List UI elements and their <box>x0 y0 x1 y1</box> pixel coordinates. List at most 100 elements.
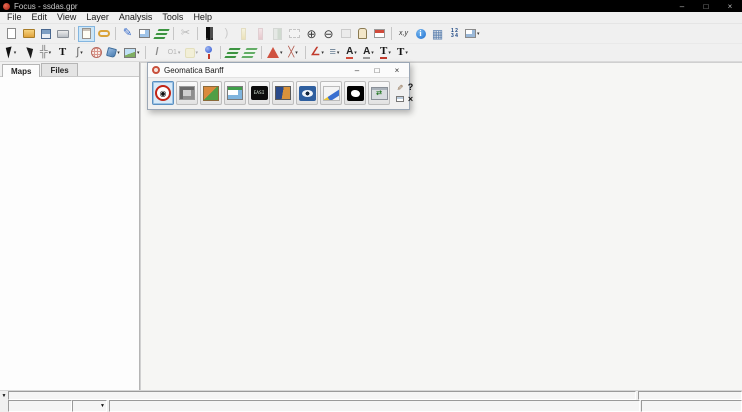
toolbar-separator <box>258 45 265 61</box>
focus-button[interactable]: ◉ <box>152 81 174 105</box>
status-scale-dropdown[interactable]: ▼ <box>72 400 107 412</box>
help-button[interactable]: ? <box>406 82 416 93</box>
lut-gray-icon[interactable] <box>269 26 286 42</box>
measure-tools-icon[interactable]: ╳▾ <box>285 45 302 61</box>
status-row-bottom: ▼ <box>0 400 742 412</box>
menu-bar: FileEditViewLayerAnalysisToolsHelp <box>0 12 742 24</box>
dropdown-arrow-icon: ▾ <box>178 50 181 56</box>
edit-cursor-icon[interactable] <box>20 45 37 61</box>
symbol-o1-icon[interactable]: O1▾ <box>166 45 183 61</box>
area-symbol-icon[interactable]: ▾ <box>265 45 285 61</box>
menu-edit[interactable]: Edit <box>27 12 53 23</box>
dropdown-arrow-icon: ▾ <box>405 50 408 56</box>
close-button[interactable]: × <box>718 0 742 12</box>
modeler-button[interactable] <box>224 81 246 105</box>
main-content: Maps Files <box>0 62 742 390</box>
tab-maps[interactable]: Maps <box>2 64 40 77</box>
zoom-in-icon[interactable]: ⊕ <box>303 26 320 42</box>
exit-button[interactable]: × <box>406 94 416 105</box>
maps-panel-body[interactable] <box>0 77 139 390</box>
pushpin-icon[interactable] <box>200 45 217 61</box>
menu-file[interactable]: File <box>2 12 27 23</box>
pan-hand-icon[interactable] <box>354 26 371 42</box>
collapse-panel-icon[interactable]: ▼ <box>0 391 8 400</box>
dropdown-arrow-icon: ▾ <box>117 50 120 56</box>
banff-close-button[interactable]: × <box>387 63 407 77</box>
sketch-tool-icon[interactable]: ∫▾ <box>71 45 88 61</box>
profile-chart-icon[interactable]: ▾ <box>463 26 482 42</box>
select-cursor-icon[interactable]: ▾ <box>3 45 20 61</box>
lut-yellow-icon[interactable] <box>235 26 252 42</box>
label-style-red-icon[interactable]: A▾ <box>343 45 360 61</box>
open-icon[interactable] <box>20 26 37 42</box>
layer-stack-icon[interactable] <box>224 45 241 61</box>
minimize-button[interactable]: – <box>670 0 694 12</box>
tab-files[interactable]: Files <box>41 63 77 76</box>
cut-icon[interactable]: ✂ <box>177 26 194 42</box>
easi-button[interactable]: EASI <box>248 81 270 105</box>
rgb-mapper-icon[interactable] <box>371 26 388 42</box>
cursor-coordinates-icon[interactable]: x,y <box>395 26 412 42</box>
new-project-icon[interactable] <box>3 26 20 42</box>
toolbar-standard: ✎ ✂) ⊕⊖ x,yi▦1 2 3 4▾ <box>0 24 742 44</box>
maximize-button[interactable]: □ <box>694 0 718 12</box>
flicker-tool-icon[interactable]: ) <box>218 26 235 42</box>
fill-style-icon[interactable]: ▾ <box>105 45 122 61</box>
banff-minimize-button[interactable]: – <box>347 63 367 77</box>
panel-small-icon[interactable] <box>395 94 405 105</box>
pixel-values-icon[interactable]: 1 2 3 4 <box>446 26 463 42</box>
hatch-style-icon[interactable]: ≡▾ <box>326 45 343 61</box>
attribute-table-icon[interactable]: ▦ <box>429 26 446 42</box>
text-style-plain-icon[interactable]: T▾ <box>394 45 411 61</box>
edit-small-icon[interactable]: ✎ <box>395 82 405 93</box>
insert-image-icon[interactable]: ▾ <box>122 45 142 61</box>
line-tool-icon[interactable]: / <box>149 45 166 61</box>
print-icon[interactable] <box>54 26 71 42</box>
new-view-window-icon[interactable] <box>136 26 153 42</box>
lut-red-icon[interactable] <box>252 26 269 42</box>
map-button[interactable] <box>200 81 222 105</box>
zoom-out-icon[interactable]: ⊖ <box>320 26 337 42</box>
text-tool-icon[interactable]: T <box>54 45 71 61</box>
georeference-globe-icon[interactable] <box>88 45 105 61</box>
toolbar-separator <box>388 26 395 42</box>
edit-pencil-icon[interactable]: ✎ <box>119 26 136 42</box>
menu-analysis[interactable]: Analysis <box>114 12 158 23</box>
menu-tools[interactable]: Tools <box>157 12 188 23</box>
toolbar-editing: ▾╬▾T∫▾▾▾/O1▾▾▾╳▾∠▾≡▾A▾A▾T▾T▾ <box>0 44 742 62</box>
swipe-tool-icon[interactable] <box>201 26 218 42</box>
zoom-box-icon[interactable] <box>286 26 303 42</box>
highlight-style-icon[interactable]: ▾ <box>183 45 201 61</box>
data-transfer-button[interactable]: ⇄ <box>368 81 390 105</box>
save-icon[interactable] <box>37 26 54 42</box>
clipboard-paste-icon[interactable] <box>78 26 95 42</box>
map-canvas[interactable] <box>140 62 742 390</box>
viewer-button[interactable] <box>344 81 366 105</box>
banff-buttons: ◉ EASI ⇄ <box>152 81 392 105</box>
dropdown-arrow-icon: ▾ <box>80 50 83 56</box>
toolbar-separator <box>112 26 119 42</box>
menu-layer[interactable]: Layer <box>81 12 114 23</box>
dropdown-arrow-icon: ▾ <box>371 50 374 56</box>
layer-manager-icon[interactable] <box>153 26 170 42</box>
link-icon[interactable] <box>95 26 112 42</box>
label-style-gray-icon[interactable]: A▾ <box>360 45 377 61</box>
identify-info-icon[interactable]: i <box>412 26 429 42</box>
orthoengine-button[interactable] <box>320 81 342 105</box>
text-style-red-icon[interactable]: T▾ <box>377 45 394 61</box>
toolbar-separator <box>302 45 309 61</box>
panel-tab-strip: Maps Files <box>0 62 139 77</box>
banff-maximize-button[interactable]: □ <box>367 63 387 77</box>
angle-style-icon[interactable]: ∠▾ <box>309 45 326 61</box>
snap-grid-icon[interactable]: ╬▾ <box>37 45 54 61</box>
algorithm-librarian-button[interactable] <box>272 81 294 105</box>
app-title-bar: Focus - ssdas.gpr – □ × <box>0 0 742 12</box>
menu-view[interactable]: View <box>52 12 81 23</box>
layer-stack-alt-icon[interactable] <box>241 45 258 61</box>
toolbox-button[interactable] <box>176 81 198 105</box>
menu-help[interactable]: Help <box>188 12 217 23</box>
fly-button[interactable] <box>296 81 318 105</box>
dropdown-arrow-icon: ▾ <box>14 50 17 56</box>
banff-title-bar[interactable]: Geomatica Banff – □ × <box>148 63 409 78</box>
zoom-actual-icon[interactable] <box>337 26 354 42</box>
